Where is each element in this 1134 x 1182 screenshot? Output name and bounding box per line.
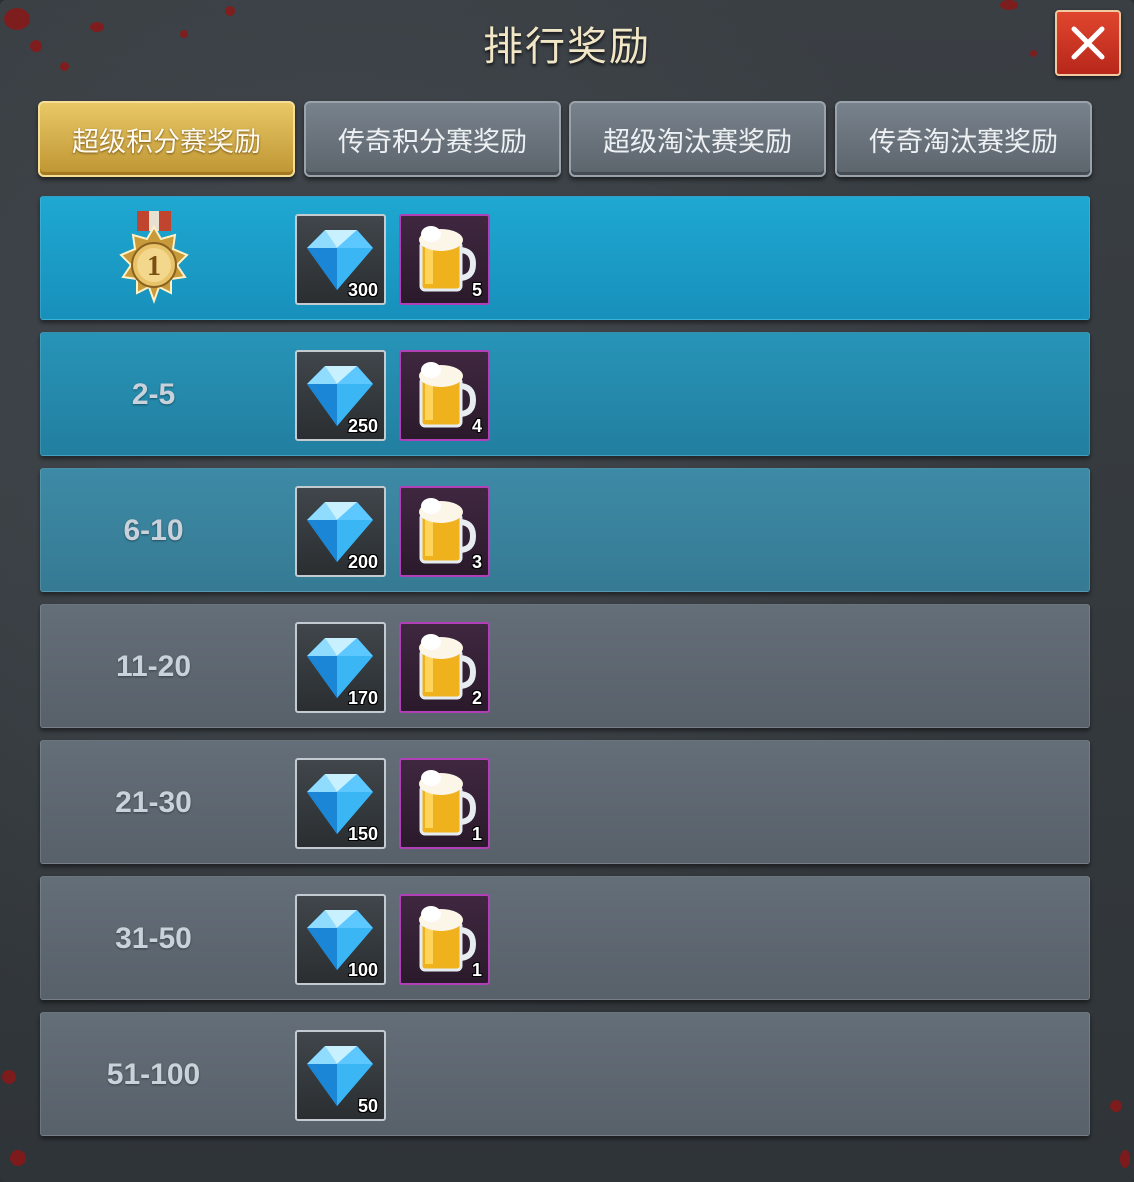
beer-quantity: 2: [471, 688, 482, 708]
medal-number: 1: [147, 251, 161, 282]
reward-row: 21-30 150 1: [40, 740, 1090, 864]
blood-splatter: [1110, 1100, 1122, 1112]
beer-quantity: 5: [471, 280, 482, 300]
tab-legend-points-rewards[interactable]: 传奇积分赛奖励: [304, 101, 561, 177]
gem-quantity: 250: [347, 416, 378, 436]
beer-quantity: 1: [471, 960, 482, 980]
beer-reward-item[interactable]: 2: [399, 622, 490, 713]
gem-quantity: 100: [347, 960, 378, 980]
gold-medal-rank-1-icon: 1: [119, 211, 189, 304]
gem-reward-item[interactable]: 200: [295, 486, 386, 577]
beer-reward-item[interactable]: 1: [399, 758, 490, 849]
gem-reward-item[interactable]: 250: [295, 350, 386, 441]
title-bar: 排行奖励: [0, 0, 1134, 86]
reward-row: 2-5 250 4: [40, 332, 1090, 456]
rank-range: 6-10: [123, 514, 184, 547]
gem-quantity: 170: [347, 688, 378, 708]
reward-row: 6-10 200 3: [40, 468, 1090, 592]
gem-quantity: 300: [347, 280, 378, 300]
tab-label: 传奇淘汰赛奖励: [869, 126, 1058, 158]
reward-row-rank-1: 1 300 5: [40, 196, 1090, 320]
tab-super-points-rewards[interactable]: 超级积分赛奖励: [38, 101, 295, 177]
tab-label: 超级淘汰赛奖励: [603, 126, 792, 158]
beer-reward-item[interactable]: 1: [399, 894, 490, 985]
beer-quantity: 3: [471, 552, 482, 572]
blood-splatter: [1120, 1150, 1130, 1168]
beer-reward-item[interactable]: 4: [399, 350, 490, 441]
tab-legend-knockout-rewards[interactable]: 传奇淘汰赛奖励: [835, 101, 1092, 177]
close-icon: [1071, 26, 1105, 60]
gem-reward-item[interactable]: 50: [295, 1030, 386, 1121]
gem-reward-item[interactable]: 100: [295, 894, 386, 985]
reward-row: 31-50 100 1: [40, 876, 1090, 1000]
gem-reward-item[interactable]: 170: [295, 622, 386, 713]
beer-quantity: 1: [471, 824, 482, 844]
ranking-rewards-panel: 排行奖励 超级积分赛奖励 传奇积分赛奖励 超级淘汰赛奖励 传奇淘汰赛奖励 1 3…: [0, 0, 1134, 1182]
beer-reward-item[interactable]: 3: [399, 486, 490, 577]
blood-splatter: [2, 1070, 16, 1084]
tab-label: 传奇积分赛奖励: [338, 126, 527, 158]
rank-range: 21-30: [115, 786, 192, 819]
rank-range: 31-50: [115, 922, 192, 955]
beer-reward-item[interactable]: 5: [399, 214, 490, 305]
gem-reward-item[interactable]: 150: [295, 758, 386, 849]
gem-reward-item[interactable]: 300: [295, 214, 386, 305]
close-button[interactable]: [1055, 10, 1121, 76]
reward-row: 51-100 50: [40, 1012, 1090, 1136]
gem-quantity: 150: [347, 824, 378, 844]
gem-quantity: 50: [357, 1096, 378, 1116]
gem-quantity: 200: [347, 552, 378, 572]
tab-label: 超级积分赛奖励: [72, 126, 261, 158]
reward-row: 11-20 170 2: [40, 604, 1090, 728]
tab-super-knockout-rewards[interactable]: 超级淘汰赛奖励: [569, 101, 826, 177]
rank-range: 2-5: [131, 378, 176, 411]
page-title: 排行奖励: [483, 24, 651, 70]
reward-tabs: 超级积分赛奖励 传奇积分赛奖励 超级淘汰赛奖励 传奇淘汰赛奖励: [38, 101, 1094, 179]
blood-splatter: [10, 1150, 26, 1166]
rank-range: 51-100: [106, 1058, 201, 1091]
rank-range: 11-20: [115, 650, 192, 683]
beer-quantity: 4: [471, 416, 482, 436]
